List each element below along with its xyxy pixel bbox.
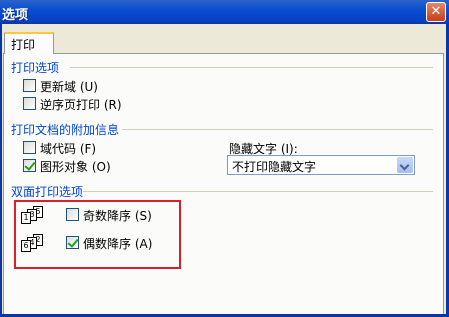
close-button[interactable]: ✕: [426, 2, 446, 22]
even-descending-checkbox[interactable]: [66, 236, 79, 249]
duplex-divider: [83, 191, 433, 192]
attach-info-divider: [122, 129, 433, 130]
reverse-order-checkbox[interactable]: [23, 97, 36, 110]
update-fields-checkbox[interactable]: [23, 79, 36, 92]
hidden-text-value: 不打印隐藏文字: [232, 160, 317, 174]
even-descending-label: 偶数降序 (A): [83, 237, 153, 251]
odd-descending-checkbox[interactable]: [66, 208, 79, 221]
window-title: 选项: [2, 8, 29, 23]
tab-print-label: 打印: [11, 38, 36, 52]
close-icon: ✕: [430, 4, 442, 19]
field-codes-checkbox[interactable]: [23, 141, 36, 154]
drawing-objects-label: 图形对象 (O): [40, 160, 111, 174]
duplex-title: 双面打印选项: [11, 185, 84, 199]
reverse-order-label: 逆序页打印 (R): [40, 98, 122, 112]
title-bar: 选项 ✕: [0, 0, 449, 24]
even-pages-icon: 2 4 6: [21, 234, 43, 252]
window-border-left: [0, 24, 2, 317]
print-options-title: 打印选项: [11, 61, 60, 75]
update-fields-label: 更新域 (U): [40, 80, 98, 94]
hidden-text-select[interactable]: 不打印隐藏文字: [227, 155, 415, 175]
chevron-down-icon[interactable]: [397, 157, 413, 173]
drawing-objects-checkbox[interactable]: [23, 159, 36, 172]
odd-descending-label: 奇数降序 (S): [83, 209, 152, 223]
tab-print[interactable]: 打印: [4, 32, 54, 54]
print-options-divider: [70, 67, 433, 68]
field-codes-label: 域代码 (F): [40, 142, 97, 156]
odd-pages-icon: 5 3 1: [21, 206, 43, 224]
attach-info-title: 打印文档的附加信息: [11, 123, 120, 137]
